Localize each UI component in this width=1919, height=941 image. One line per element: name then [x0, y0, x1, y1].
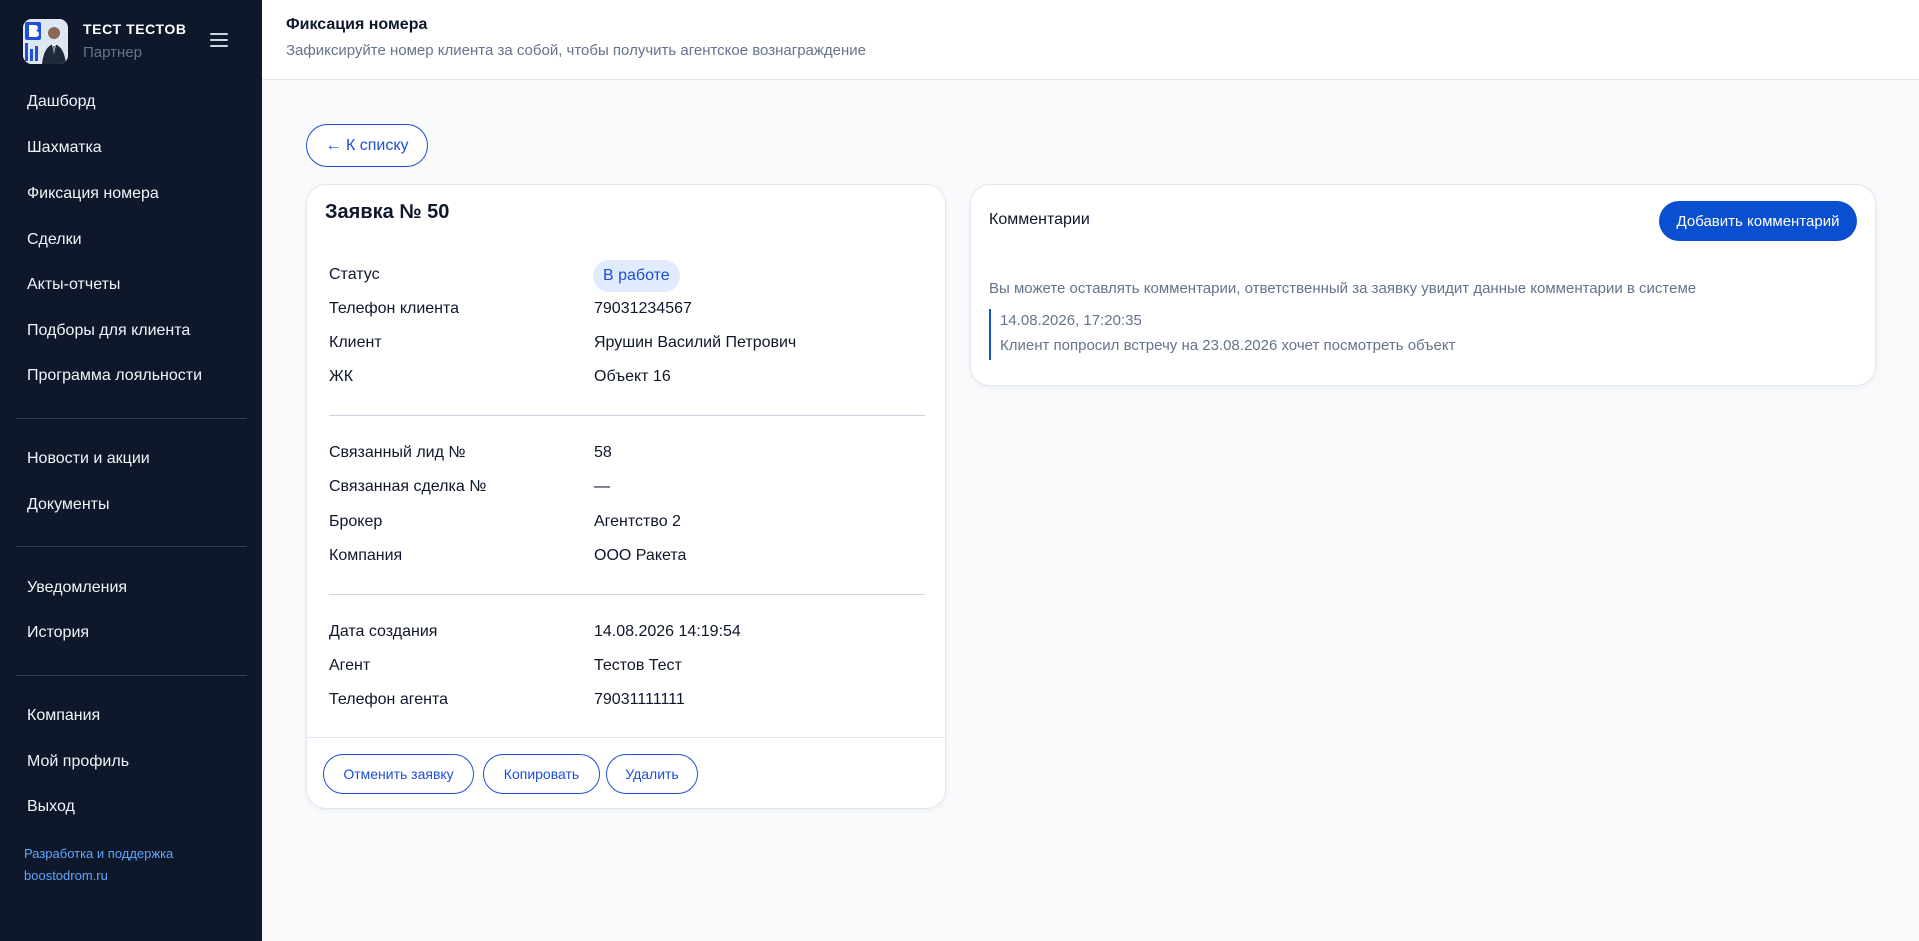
field-row-agent-phone: Телефон агента 79031111111	[329, 691, 929, 715]
field-row-agent: Агент Тестов Тест	[329, 657, 929, 681]
page-subtitle: Зафиксируйте номер клиента за собой, что…	[286, 42, 867, 59]
field-row-company: Компания ООО Ракета	[329, 547, 929, 571]
sidebar-item-dashboard[interactable]: Дашборд	[27, 93, 96, 111]
menu-icon[interactable]	[210, 33, 228, 49]
sidebar-item-company[interactable]: Компания	[27, 707, 100, 725]
request-card: Заявка № 50 Статус В работе Телефон клие…	[306, 184, 946, 809]
field-label: Связанная сделка №	[329, 478, 487, 495]
cancel-request-button[interactable]: Отменить заявку	[323, 754, 474, 794]
field-value: 79031111111	[594, 691, 685, 708]
field-value: 14.08.2026 14:19:54	[594, 623, 741, 640]
sidebar-item-history[interactable]: История	[27, 624, 89, 642]
dev-support-link[interactable]: boostodrom.ru	[24, 865, 108, 886]
sidebar-item-deals[interactable]: Сделки	[27, 231, 82, 249]
sidebar-item-notifications[interactable]: Уведомления	[27, 579, 127, 597]
field-row-client: Клиент Ярушин Василий Петрович	[329, 334, 929, 358]
sidebar-item-loyalty-program[interactable]: Программа лояльности	[27, 367, 202, 385]
field-row-created-date: Дата создания 14.08.2026 14:19:54	[329, 623, 929, 647]
field-label: Телефон агента	[329, 691, 448, 708]
comments-card: Комментарии Добавить комментарий Вы може…	[970, 184, 1876, 386]
user-name: ТЕСТ ТЕСТОВ	[83, 21, 187, 37]
brand-block: ТЕСТ ТЕСТОВ Партнер	[23, 19, 243, 65]
field-label: Дата создания	[329, 623, 438, 640]
field-value: 79031234567	[594, 300, 692, 317]
page-header: Фиксация номера Зафиксируйте номер клиен…	[262, 0, 1919, 80]
section-divider	[329, 594, 925, 595]
copy-button[interactable]: Копировать	[483, 754, 600, 794]
sidebar-item-number-fixation[interactable]: Фиксация номера	[27, 185, 159, 203]
delete-button[interactable]: Удалить	[606, 754, 698, 794]
nav-divider	[16, 546, 247, 547]
field-label: Связанный лид №	[329, 444, 466, 461]
field-value: Объект 16	[594, 368, 671, 385]
page-title: Фиксация номера	[286, 16, 428, 33]
request-title: Заявка № 50	[325, 201, 450, 223]
sidebar-item-news[interactable]: Новости и акции	[27, 450, 150, 468]
add-comment-button[interactable]: Добавить комментарий	[1659, 201, 1857, 241]
field-row-complex: ЖК Объект 16	[329, 368, 929, 392]
comment-date: 14.08.2026, 17:20:35	[1000, 312, 1142, 329]
comments-hint: Вы можете оставлять комментарии, ответст…	[989, 280, 1697, 297]
footer-divider	[307, 737, 945, 738]
sidebar-item-client-selections[interactable]: Подборы для клиента	[27, 322, 190, 340]
field-row-linked-deal: Связанная сделка № —	[329, 478, 929, 502]
field-label: Брокер	[329, 513, 383, 530]
field-label: Клиент	[329, 334, 382, 351]
field-label: Статус	[329, 266, 380, 283]
sidebar: ТЕСТ ТЕСТОВ Партнер Дашборд Шахматка Фик…	[0, 0, 262, 941]
sidebar-item-acts-reports[interactable]: Акты-отчеты	[27, 276, 120, 294]
section-divider	[329, 415, 925, 416]
field-value: ООО Ракета	[594, 547, 687, 564]
avatar	[23, 19, 68, 64]
dev-support-label: Разработка и поддержка	[24, 846, 174, 861]
comments-title: Комментарии	[989, 211, 1090, 228]
field-value: Ярушин Василий Петрович	[594, 334, 797, 351]
field-label: Агент	[329, 657, 371, 674]
field-label: Компания	[329, 547, 403, 564]
user-role: Партнер	[83, 44, 142, 61]
status-badge: В работе	[593, 260, 680, 292]
avatar-logo-icon	[23, 19, 68, 64]
field-row-client-phone: Телефон клиента 79031234567	[329, 300, 929, 324]
sidebar-item-logout[interactable]: Выход	[27, 798, 75, 816]
field-value: 58	[594, 444, 612, 461]
sidebar-item-profile[interactable]: Мой профиль	[27, 753, 129, 771]
back-to-list-button[interactable]: ← К списку	[306, 124, 428, 167]
nav-divider	[16, 418, 247, 419]
field-value: —	[594, 478, 610, 495]
sidebar-item-documents[interactable]: Документы	[27, 496, 109, 514]
field-value: Тестов Тест	[594, 657, 682, 674]
field-row-linked-lead: Связанный лид № 58	[329, 444, 929, 468]
field-row-broker: Брокер Агентство 2	[329, 513, 929, 537]
nav-divider	[16, 675, 247, 676]
comment-item: 14.08.2026, 17:20:35 Клиент попросил вст…	[989, 309, 1689, 360]
field-label: Телефон клиента	[329, 300, 460, 317]
field-value: Агентство 2	[594, 513, 681, 530]
field-label: ЖК	[329, 368, 354, 385]
comment-text: Клиент попросил встречу на 23.08.2026 хо…	[1000, 337, 1456, 354]
sidebar-item-chess[interactable]: Шахматка	[27, 139, 102, 157]
